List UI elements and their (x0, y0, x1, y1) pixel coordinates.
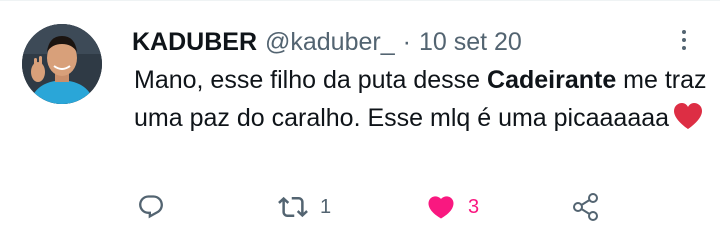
like-button[interactable]: 3 (426, 187, 479, 227)
like-count: 3 (468, 195, 480, 218)
retweet-icon (278, 192, 308, 222)
more-icon[interactable] (676, 27, 692, 53)
tweet-text-start: Mano, esse filho da puta desse (134, 66, 488, 94)
retweet-button[interactable]: 1 (278, 187, 331, 227)
author-name[interactable]: KADUBER (132, 28, 257, 57)
tweet-text: Mano, esse filho da puta desse Cadeirant… (134, 61, 709, 141)
retweet-count: 1 (320, 195, 332, 218)
heart-icon (426, 192, 456, 222)
avatar[interactable] (22, 24, 102, 104)
tweet-card[interactable]: KADUBER @kaduber_ · 10 set 20 Mano, esse… (0, 0, 720, 240)
reply-button[interactable] (137, 187, 177, 227)
tweet-text-bold: Cadeirante (487, 66, 617, 94)
reply-icon (137, 193, 165, 221)
tweet-date[interactable]: 10 set 20 (419, 28, 522, 57)
share-icon (570, 191, 602, 223)
author-handle[interactable]: @kaduber_ (265, 28, 395, 57)
tweet-actions: 1 3 (0, 187, 720, 227)
red-heart-emoji (673, 102, 703, 141)
tweet-header: KADUBER @kaduber_ · 10 set 20 (132, 25, 522, 59)
share-button[interactable] (570, 187, 602, 227)
separator-dot: · (402, 27, 411, 56)
